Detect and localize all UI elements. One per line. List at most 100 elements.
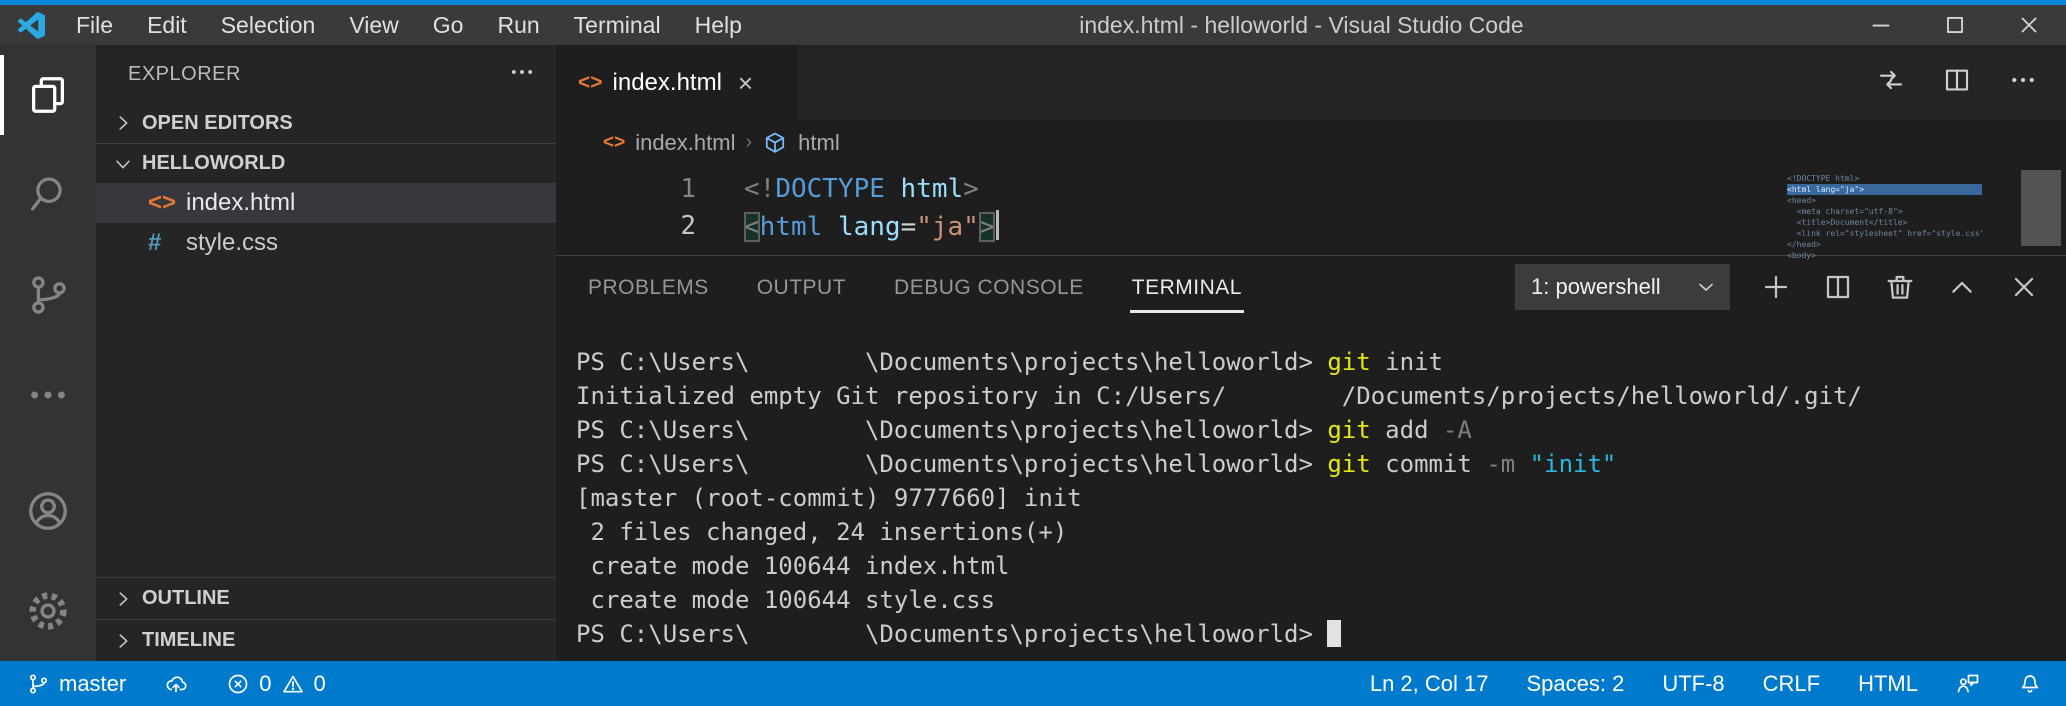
- eol-status[interactable]: CRLF: [1763, 671, 1820, 697]
- open-changes-button[interactable]: [1876, 65, 1906, 100]
- close-window-button[interactable]: [1992, 5, 2066, 45]
- menu-file[interactable]: File: [59, 5, 130, 45]
- activity-source-control[interactable]: [0, 245, 96, 345]
- html-file-icon: <>: [578, 71, 603, 95]
- split-editor-button[interactable]: [1942, 65, 1972, 100]
- menu-view[interactable]: View: [332, 5, 415, 45]
- ellipsis-icon: [508, 58, 536, 86]
- editor-more-actions-button[interactable]: [2008, 65, 2038, 100]
- activity-spacer: [0, 445, 96, 461]
- warning-icon: [281, 672, 305, 696]
- notifications-button[interactable]: [2018, 672, 2042, 696]
- tab-bar: <> index.html ×: [556, 45, 2066, 120]
- editor-scrollbar-thumb[interactable]: [2021, 170, 2061, 246]
- close-panel-button[interactable]: [2008, 271, 2040, 303]
- menu-go[interactable]: Go: [416, 5, 481, 45]
- editor-actions: [1876, 45, 2066, 120]
- activity-settings[interactable]: [0, 561, 96, 661]
- folder-label: HELLOWORLD: [142, 152, 285, 175]
- terminal-line: 2 files changed, 24 insertions(+): [576, 518, 2066, 552]
- activity-more[interactable]: [0, 345, 96, 445]
- indentation-status[interactable]: Spaces: 2: [1526, 671, 1624, 697]
- html-file-icon: <>: [603, 132, 625, 154]
- activity-bar: [0, 45, 96, 661]
- menu-help[interactable]: Help: [678, 5, 759, 45]
- code-text: <!DOCTYPE html>: [744, 174, 979, 204]
- minimap[interactable]: <!DOCTYPE html><html lang="ja"><head> <m…: [1787, 173, 1982, 261]
- menu-bar: FileEditSelectionViewGoRunTerminalHelp: [59, 5, 759, 45]
- open-changes-icon: [1876, 65, 1906, 95]
- activity-account[interactable]: [0, 461, 96, 561]
- split-terminal-button[interactable]: [1822, 271, 1854, 303]
- menu-run[interactable]: Run: [480, 5, 556, 45]
- panel-tab-problems[interactable]: PROBLEMS: [586, 262, 711, 313]
- code-text: <html lang="ja">: [744, 210, 999, 242]
- timeline-label: TIMELINE: [142, 629, 235, 652]
- breadcrumb: <> index.html › html: [556, 120, 2066, 165]
- code-editor[interactable]: 1<!DOCTYPE html>2<html lang="ja"> <!DOCT…: [556, 165, 2066, 255]
- terminal-cursor: [1327, 620, 1341, 647]
- sync-changes-button[interactable]: [164, 672, 188, 696]
- section-outline[interactable]: OUTLINE: [96, 577, 556, 619]
- minimap-line: <meta charset="utf-8">: [1787, 206, 1982, 217]
- panel-tab-debug-console[interactable]: DEBUG CONSOLE: [892, 262, 1086, 313]
- breadcrumb-symbol[interactable]: html: [798, 130, 840, 156]
- status-bar: master 0 0 Ln 2, Col 17 Space: [0, 661, 2066, 706]
- maximize-button[interactable]: [1918, 5, 1992, 45]
- file-name: index.html: [186, 189, 295, 217]
- terminal-line: [master (root-commit) 9777660] init: [576, 484, 2066, 518]
- problems-status[interactable]: 0 0: [226, 671, 326, 697]
- maximize-icon: [1942, 12, 1968, 38]
- minimap-line: <!DOCTYPE html>: [1787, 173, 1982, 184]
- window-title: index.html - helloworld - Visual Studio …: [759, 12, 1844, 39]
- file-item-index-html[interactable]: <>index.html: [96, 183, 556, 223]
- chevron-down-icon: [112, 153, 134, 175]
- section-timeline[interactable]: TIMELINE: [96, 619, 556, 661]
- html-file-icon: <>: [148, 189, 186, 217]
- feedback-button[interactable]: [1956, 672, 1980, 696]
- trash-icon: [1884, 271, 1916, 303]
- sidebar-spacer: [96, 263, 556, 577]
- activity-explorer[interactable]: [0, 45, 96, 145]
- git-branch-status[interactable]: master: [26, 671, 126, 697]
- section-open-editors[interactable]: OPEN EDITORS: [96, 103, 556, 143]
- tab-index-html[interactable]: <> index.html ×: [556, 45, 798, 120]
- terminal-content[interactable]: PS C:\Users\ \Documents\projects\hellowo…: [556, 318, 2066, 661]
- git-branch-icon: [26, 672, 50, 696]
- new-terminal-button[interactable]: [1760, 271, 1792, 303]
- open-editors-label: OPEN EDITORS: [142, 112, 293, 135]
- section-folder[interactable]: HELLOWORLD: [96, 143, 556, 183]
- menu-terminal[interactable]: Terminal: [557, 5, 678, 45]
- language-mode-status[interactable]: HTML: [1858, 671, 1918, 697]
- explorer-sidebar: EXPLORER OPEN EDITORS HELLOWORLD <>index…: [96, 45, 556, 661]
- ellipsis-icon: [25, 372, 71, 418]
- split-editor-icon: [1942, 65, 1972, 95]
- chevron-up-icon: [1946, 271, 1978, 303]
- terminal-line: create mode 100644 index.html: [576, 552, 2066, 586]
- activity-search[interactable]: [0, 145, 96, 245]
- terminal-line: PS C:\Users\ \Documents\projects\hellowo…: [576, 620, 2066, 654]
- search-icon: [25, 172, 71, 218]
- line-number: 2: [556, 211, 696, 241]
- terminal-line: PS C:\Users\ \Documents\projects\hellowo…: [576, 348, 2066, 382]
- cursor-position-status[interactable]: Ln 2, Col 17: [1370, 671, 1489, 697]
- maximize-panel-button[interactable]: [1946, 271, 1978, 303]
- error-count: 0: [259, 671, 271, 697]
- file-item-style-css[interactable]: #style.css: [96, 223, 556, 263]
- menu-edit[interactable]: Edit: [130, 5, 204, 45]
- panel-tabs: PROBLEMS OUTPUT DEBUG CONSOLE TERMINAL: [586, 262, 1244, 313]
- panel-tab-terminal[interactable]: TERMINAL: [1130, 262, 1244, 313]
- window-controls: [1844, 5, 2066, 45]
- terminal-shell-select[interactable]: 1: powershell: [1515, 264, 1730, 310]
- sidebar-more-actions-button[interactable]: [508, 58, 536, 91]
- breadcrumb-file[interactable]: index.html: [635, 130, 735, 156]
- minimize-button[interactable]: [1844, 5, 1918, 45]
- tab-close-button[interactable]: ×: [738, 70, 753, 96]
- branch-name: master: [59, 671, 126, 697]
- menu-selection[interactable]: Selection: [204, 5, 333, 45]
- encoding-status[interactable]: UTF-8: [1662, 671, 1724, 697]
- panel-tab-output[interactable]: OUTPUT: [755, 262, 848, 313]
- kill-terminal-button[interactable]: [1884, 271, 1916, 303]
- minimap-line: <head>: [1787, 195, 1982, 206]
- ellipsis-icon: [2008, 65, 2038, 95]
